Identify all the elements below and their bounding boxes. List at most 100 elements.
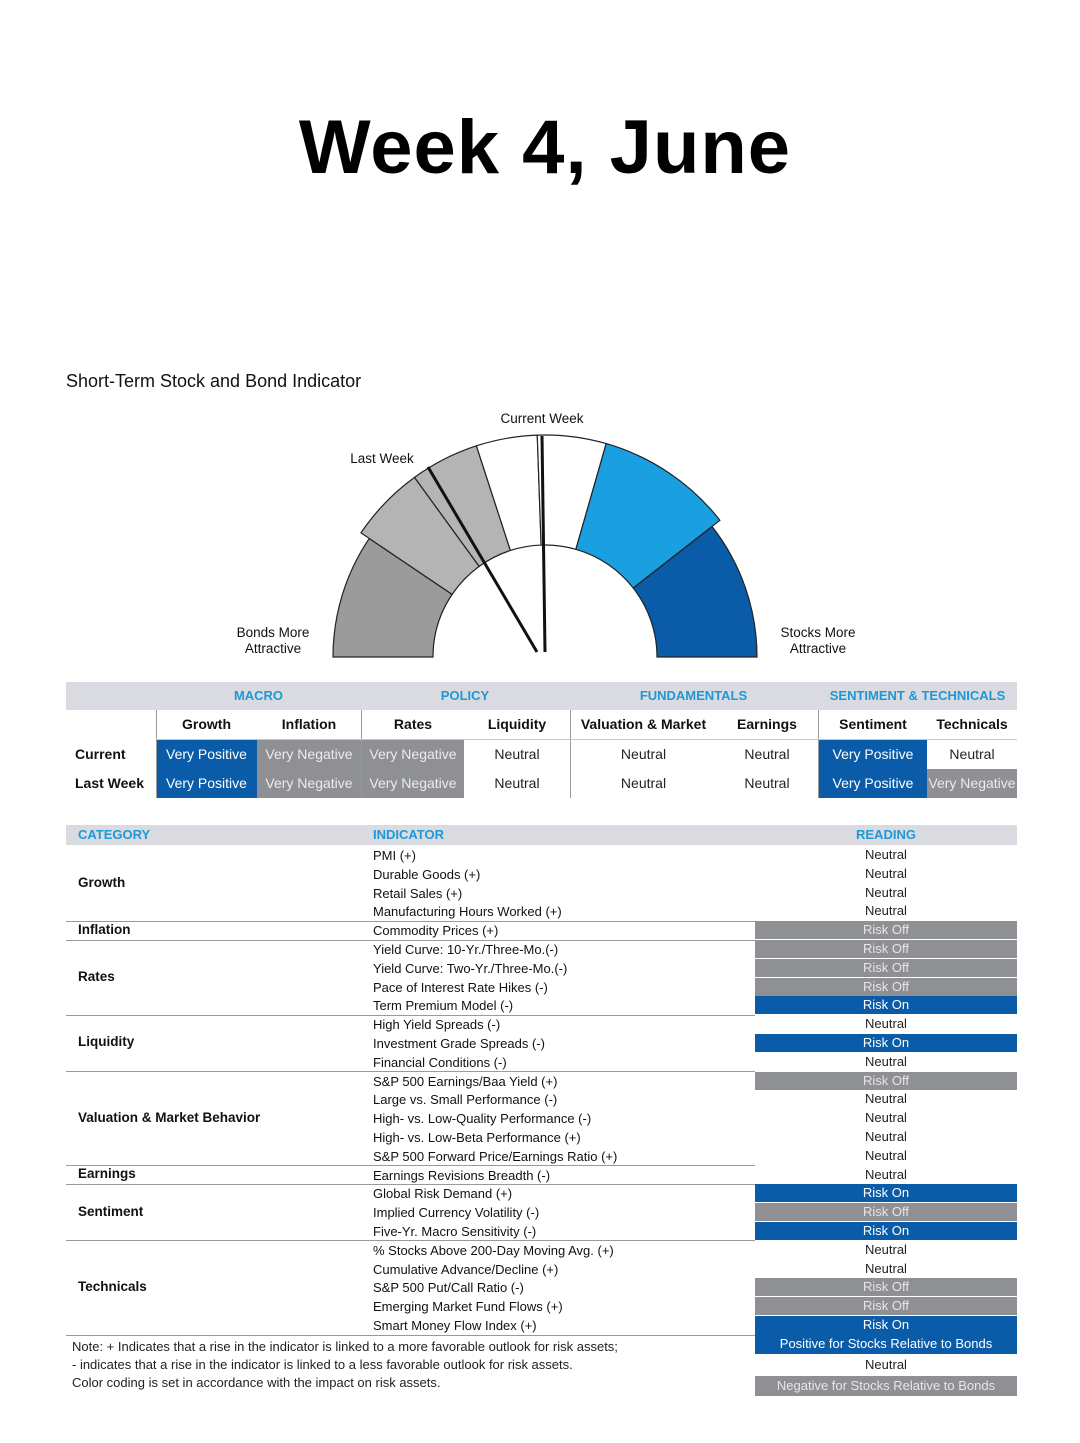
summary-table: MACRO POLICY FUNDAMENTALS SENTIMENT & TE… [66, 682, 1017, 798]
summary-value-cell: Very Negative [362, 740, 464, 769]
col-earnings: Earnings [737, 716, 797, 732]
detail-row: Emerging Market Fund Flows (+) Risk Off [66, 1297, 1017, 1316]
summary-value-cell: Very Negative [362, 769, 464, 798]
note-line-3: Color coding is set in accordance with t… [72, 1375, 441, 1390]
indicator-reading: Risk On [755, 1034, 1017, 1052]
detail-row: Financial Conditions (-) Neutral [66, 1053, 1017, 1072]
summary-value-cell: Neutral [620, 775, 667, 791]
row-label: Current [75, 746, 126, 762]
indicator-name: Commodity Prices (+) [373, 923, 499, 939]
category-divider [66, 1071, 755, 1073]
indicator-name: PMI (+) [373, 848, 416, 863]
detail-row: Commodity Prices (+) Risk Off [66, 921, 1017, 940]
indicator-reading: Neutral [865, 1147, 907, 1163]
detail-row: % Stocks Above 200-Day Moving Avg. (+) Ne… [66, 1241, 1017, 1260]
indicator-reading: Risk Off [755, 921, 1017, 940]
summary-row-current: Current Very Positive Very Negative Very N… [66, 740, 1017, 769]
detail-row: Retail Sales (+) Neutral [66, 884, 1017, 903]
col-liquidity: Liquidity [487, 716, 547, 732]
header-reading: READING [856, 827, 916, 842]
category-label: Growth [78, 874, 126, 890]
indicator-reading: Risk Off [755, 1071, 1017, 1090]
header-category: CATEGORY [78, 827, 151, 842]
indicator-reading: Neutral [865, 1129, 907, 1144]
col-valuation: Valuation & Market [580, 716, 707, 732]
summary-value-cell: Neutral [949, 746, 995, 762]
row-label: Last Week [75, 775, 144, 791]
indicator-name: Durable Goods (+) [373, 866, 481, 882]
indicator-name: S&P 500 Put/Call Ratio (-) [373, 1280, 524, 1296]
indicator-reading: Risk On [755, 996, 1017, 1015]
legend-neutral: Neutral [865, 1357, 907, 1372]
indicator-name: High Yield Spreads (-) [373, 1017, 501, 1033]
indicator-reading: Risk On [755, 1222, 1017, 1240]
category-divider [66, 1240, 755, 1242]
summary-value-cell: Very Positive [819, 740, 927, 769]
detail-header: CATEGORY INDICATOR READING [66, 825, 1017, 845]
indicator-reading: Risk On [755, 1184, 1017, 1203]
summary-value-cell: Neutral [494, 775, 540, 791]
group-macro: MACRO [233, 688, 284, 703]
detail-row: Implied Currency Volatility (-) Risk Off [66, 1203, 1017, 1222]
indicator-name: S&P 500 Forward Price/Earnings Ratio (+) [373, 1148, 618, 1164]
category-label: Rates [78, 968, 115, 984]
indicator-name: Large vs. Small Performance (-) [373, 1092, 558, 1108]
bonds-more-attractive-label: Bonds More Attractive [236, 625, 310, 656]
summary-value-cell: Very Negative [257, 769, 361, 798]
detail-row: Earnings Revisions Breadth (-) Neutral [66, 1166, 1017, 1185]
detail-row: Durable Goods (+) Neutral [66, 865, 1017, 884]
indicator-name: Cumulative Advance/Decline (+) [373, 1261, 559, 1277]
note-line-2: - indicates that a rise in the indicator… [72, 1357, 573, 1372]
detail-row: PMI (+) Neutral [66, 846, 1017, 865]
indicator-name: Term Premium Model (-) [373, 998, 514, 1014]
detail-row: Smart Money Flow Index (+) Risk On [66, 1316, 1017, 1335]
indicator-name: Earnings Revisions Breadth (-) [373, 1167, 551, 1183]
indicator-reading: Risk Off [755, 1278, 1017, 1297]
detail-row: Yield Curve: 10-Yr./Three-Mo.(-) Risk Off [66, 940, 1017, 959]
detail-row: Five-Yr. Macro Sensitivity (-) Risk On [66, 1222, 1017, 1241]
col-technicals: Technicals [936, 716, 1008, 732]
indicator-name: High- vs. Low-Beta Performance (+) [373, 1130, 581, 1145]
indicator-name: Five-Yr. Macro Sensitivity (-) [373, 1224, 537, 1239]
category-divider [66, 1183, 755, 1185]
indicator-name: Yield Curve: Two-Yr./Three-Mo.(-) [373, 960, 568, 976]
group-policy: POLICY [440, 688, 490, 703]
divider [570, 710, 571, 798]
indicator-name: Retail Sales (+) [373, 885, 463, 901]
gauge-chart [332, 434, 758, 658]
detail-row: Yield Curve: Two-Yr./Three-Mo.(-) Risk Of… [66, 958, 1017, 978]
indicator-reading: Risk Off [755, 1203, 1017, 1222]
notes: Note: + Indicates that a rise in the ind… [72, 1338, 618, 1392]
detail-row: Investment Grade Spreads (-) Risk On [66, 1034, 1017, 1053]
indicator-name: Smart Money Flow Index (+) [373, 1318, 537, 1333]
indicator-reading: Risk Off [755, 977, 1017, 996]
summary-value-cell: Very Positive [819, 769, 927, 798]
category-label: Valuation & Market Behavior [78, 1109, 261, 1125]
indicator-reading: Neutral [865, 847, 907, 862]
divider [156, 739, 1017, 740]
summary-value-cell: Neutral [620, 746, 667, 762]
indicator-detail-table: CATEGORY INDICATOR READING PMI (+) Neutra… [66, 825, 1017, 1336]
detail-row: S&P 500 Earnings/Baa Yield (+) Risk Off [66, 1071, 1017, 1091]
stocks-more-attractive-label: Stocks More Attractive [780, 625, 856, 656]
detail-row: Cumulative Advance/Decline (+) Neutral [66, 1260, 1017, 1279]
summary-value-cell: Neutral [744, 775, 790, 791]
indicator-reading: Neutral [865, 1053, 907, 1069]
category-divider [66, 1165, 755, 1167]
category-label: Liquidity [78, 1034, 135, 1050]
category-divider [66, 920, 755, 922]
indicator-reading: Neutral [865, 884, 907, 900]
divider [361, 710, 362, 798]
detail-row: Large vs. Small Performance (-) Neutral [66, 1090, 1017, 1109]
group-fundamentals: FUNDAMENTALS [639, 688, 748, 703]
indicator-reading: Neutral [865, 865, 907, 881]
indicator-name: Investment Grade Spreads (-) [373, 1036, 545, 1051]
indicator-name: Implied Currency Volatility (-) [373, 1205, 540, 1221]
indicator-reading: Neutral [865, 903, 907, 919]
indicator-name: % Stocks Above 200-Day Moving Avg. (+) [373, 1242, 614, 1258]
indicator-name: Manufacturing Hours Worked (+) [373, 904, 562, 920]
page-headline: Week 4, June [298, 105, 792, 190]
detail-row: High- vs. Low-Beta Performance (+) Neutra… [66, 1128, 1017, 1147]
col-rates: Rates [393, 716, 433, 732]
indicator-reading: Risk Off [755, 958, 1017, 977]
